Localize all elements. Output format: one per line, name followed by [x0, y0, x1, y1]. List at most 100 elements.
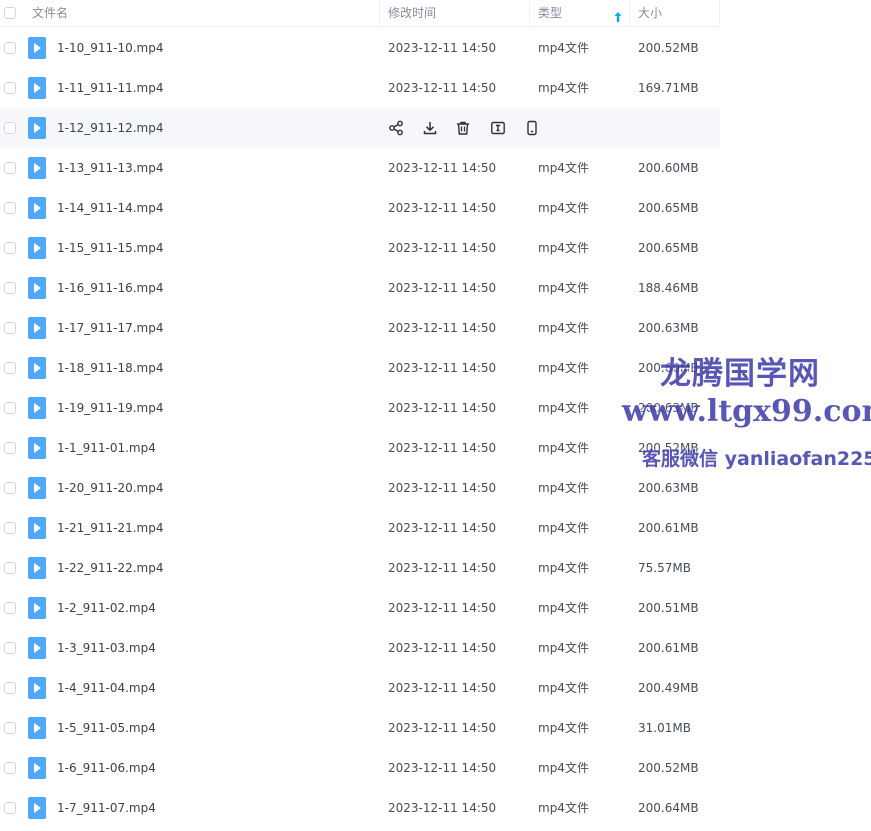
- row-checkbox[interactable]: [4, 762, 16, 774]
- file-name[interactable]: 1-4_911-04.mp4: [57, 668, 156, 708]
- row-checkbox[interactable]: [4, 482, 16, 494]
- file-name[interactable]: 1-7_911-07.mp4: [57, 788, 156, 828]
- row-checkbox[interactable]: [4, 402, 16, 414]
- file-name[interactable]: 1-14_911-14.mp4: [57, 188, 164, 228]
- row-checkbox[interactable]: [4, 682, 16, 694]
- rename-icon[interactable]: [490, 120, 506, 136]
- table-row[interactable]: 1-7_911-07.mp4 2023-12-11 14:50 mp4文件 200.6…: [0, 788, 720, 828]
- row-checkbox[interactable]: [4, 602, 16, 614]
- file-type: mp4文件: [538, 41, 589, 55]
- table-row[interactable]: 1-17_911-17.mp4 2023-12-11 14:50 mp4文件 200.…: [0, 308, 720, 348]
- modified-date: 2023-12-11 14:50: [388, 201, 497, 215]
- download-icon[interactable]: [422, 120, 438, 136]
- modified-date: 2023-12-11 14:50: [388, 721, 497, 735]
- file-name[interactable]: 1-22_911-22.mp4: [57, 548, 164, 588]
- file-name[interactable]: 1-21_911-21.mp4: [57, 508, 164, 548]
- file-name[interactable]: 1-6_911-06.mp4: [57, 748, 156, 788]
- file-name[interactable]: 1-19_911-19.mp4: [57, 388, 164, 428]
- file-type: mp4文件: [538, 601, 589, 615]
- row-checkbox[interactable]: [4, 162, 16, 174]
- table-row[interactable]: 1-18_911-18.mp4 2023-12-11 14:50 mp4文件 200.…: [0, 348, 720, 388]
- table-row[interactable]: 1-1_911-01.mp4 2023-12-11 14:50 mp4文件 200.5…: [0, 428, 720, 468]
- file-type: mp4文件: [538, 721, 589, 735]
- table-row[interactable]: 1-10_911-10.mp4 2023-12-11 14:50 mp4文件 200.…: [0, 28, 720, 68]
- file-size: 200.63MB: [638, 321, 699, 335]
- video-file-icon: [28, 597, 46, 619]
- file-size: 75.57MB: [638, 561, 691, 575]
- row-checkbox[interactable]: [4, 722, 16, 734]
- table-row[interactable]: 1-5_911-05.mp4 2023-12-11 14:50 mp4文件 31.01…: [0, 708, 720, 748]
- share-icon[interactable]: [388, 120, 404, 136]
- table-row[interactable]: 1-20_911-20.mp4 2023-12-11 14:50 mp4文件 200.…: [0, 468, 720, 508]
- video-file-icon: [28, 277, 46, 299]
- row-checkbox[interactable]: [4, 122, 16, 134]
- table-row[interactable]: 1-11_911-11.mp4 2023-12-11 14:50 mp4文件 169.…: [0, 68, 720, 108]
- video-file-icon: [28, 717, 46, 739]
- file-name[interactable]: 1-20_911-20.mp4: [57, 468, 164, 508]
- table-row[interactable]: 1-19_911-19.mp4 2023-12-11 14:50 mp4文件 200.…: [0, 388, 720, 428]
- sort-arrow-up-icon[interactable]: [614, 6, 622, 22]
- video-file-icon: [28, 757, 46, 779]
- table-row[interactable]: 1-15_911-15.mp4 2023-12-11 14:50 mp4文件 200.…: [0, 228, 720, 268]
- file-size: 31.01MB: [638, 721, 691, 735]
- phone-icon[interactable]: [524, 120, 540, 136]
- table-row[interactable]: 1-2_911-02.mp4 2023-12-11 14:50 mp4文件 200.5…: [0, 588, 720, 628]
- file-size: 200.61MB: [638, 641, 699, 655]
- file-name[interactable]: 1-18_911-18.mp4: [57, 348, 164, 388]
- file-name[interactable]: 1-10_911-10.mp4: [57, 28, 164, 68]
- row-checkbox[interactable]: [4, 242, 16, 254]
- file-size: 200.65MB: [638, 241, 699, 255]
- row-checkbox[interactable]: [4, 322, 16, 334]
- row-checkbox[interactable]: [4, 642, 16, 654]
- file-name[interactable]: 1-12_911-12.mp4: [57, 108, 164, 148]
- table-row[interactable]: 1-6_911-06.mp4 2023-12-11 14:50 mp4文件 200.5…: [0, 748, 720, 788]
- modified-date: 2023-12-11 14:50: [388, 761, 497, 775]
- modified-date: 2023-12-11 14:50: [388, 361, 497, 375]
- table-row[interactable]: 1-21_911-21.mp4 2023-12-11 14:50 mp4文件 200.…: [0, 508, 720, 548]
- file-type: mp4文件: [538, 161, 589, 175]
- file-name[interactable]: 1-3_911-03.mp4: [57, 628, 156, 668]
- file-name[interactable]: 1-15_911-15.mp4: [57, 228, 164, 268]
- row-checkbox[interactable]: [4, 42, 16, 54]
- video-file-icon: [28, 797, 46, 819]
- table-row[interactable]: 1-3_911-03.mp4 2023-12-11 14:50 mp4文件 200.6…: [0, 628, 720, 668]
- row-checkbox[interactable]: [4, 362, 16, 374]
- file-name[interactable]: 1-1_911-01.mp4: [57, 428, 156, 468]
- table-row[interactable]: 1-13_911-13.mp4 2023-12-11 14:50 mp4文件 200.…: [0, 148, 720, 188]
- table-header: 文件名 修改时间 类型 大小: [0, 0, 720, 27]
- row-checkbox[interactable]: [4, 562, 16, 574]
- header-size[interactable]: 大小: [638, 0, 662, 26]
- file-name[interactable]: 1-17_911-17.mp4: [57, 308, 164, 348]
- table-row[interactable]: 1-22_911-22.mp4 2023-12-11 14:50 mp4文件 75.5…: [0, 548, 720, 588]
- table-row[interactable]: 1-12_911-12.mp4: [0, 108, 720, 148]
- row-checkbox[interactable]: [4, 522, 16, 534]
- header-type[interactable]: 类型: [538, 0, 562, 26]
- header-name[interactable]: 文件名: [32, 0, 68, 26]
- video-file-icon: [28, 37, 46, 59]
- row-checkbox[interactable]: [4, 442, 16, 454]
- modified-date: 2023-12-11 14:50: [388, 41, 497, 55]
- video-file-icon: [28, 157, 46, 179]
- select-all-checkbox[interactable]: [4, 7, 16, 19]
- delete-icon[interactable]: [455, 120, 471, 136]
- row-checkbox[interactable]: [4, 802, 16, 814]
- modified-date: 2023-12-11 14:50: [388, 441, 497, 455]
- header-divider: [719, 0, 720, 26]
- file-name[interactable]: 1-11_911-11.mp4: [57, 68, 164, 108]
- file-name[interactable]: 1-16_911-16.mp4: [57, 268, 164, 308]
- file-name[interactable]: 1-5_911-05.mp4: [57, 708, 156, 748]
- file-name[interactable]: 1-13_911-13.mp4: [57, 148, 164, 188]
- file-size: 200.63MB: [638, 481, 699, 495]
- table-row[interactable]: 1-14_911-14.mp4 2023-12-11 14:50 mp4文件 200.…: [0, 188, 720, 228]
- watermark-contact: 客服微信 yanliaofan225: [642, 448, 871, 470]
- modified-date: 2023-12-11 14:50: [388, 681, 497, 695]
- table-row[interactable]: 1-4_911-04.mp4 2023-12-11 14:50 mp4文件 200.4…: [0, 668, 720, 708]
- row-checkbox[interactable]: [4, 282, 16, 294]
- row-checkbox[interactable]: [4, 202, 16, 214]
- header-modified[interactable]: 修改时间: [388, 0, 436, 26]
- table-row[interactable]: 1-16_911-16.mp4 2023-12-11 14:50 mp4文件 188.…: [0, 268, 720, 308]
- file-name[interactable]: 1-2_911-02.mp4: [57, 588, 156, 628]
- file-type: mp4文件: [538, 321, 589, 335]
- modified-date: 2023-12-11 14:50: [388, 81, 497, 95]
- row-checkbox[interactable]: [4, 82, 16, 94]
